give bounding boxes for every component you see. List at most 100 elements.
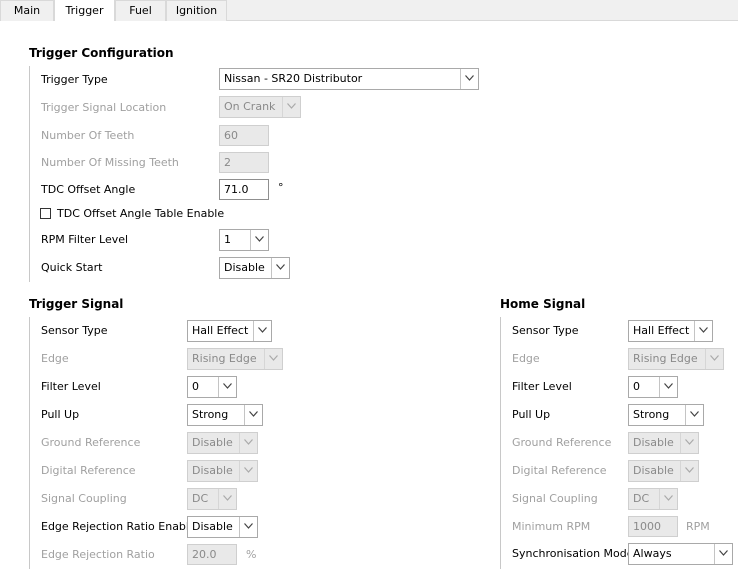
home-sensor-type-label: Sensor Type: [512, 324, 579, 337]
trig-pull-up-select[interactable]: Strong: [187, 404, 263, 426]
trig-edge-label: Edge: [41, 352, 69, 365]
home-filter-level-value: 0: [633, 380, 640, 393]
trig-edge-rej-enable-value: Disable: [192, 520, 233, 533]
home-min-rpm-value: 1000: [633, 520, 661, 533]
signal-location-label: Trigger Signal Location: [41, 101, 167, 114]
home-sync-mode-value: Always: [633, 547, 672, 560]
tab-trigger[interactable]: Trigger: [54, 0, 115, 21]
signal-location-value: On Crank: [224, 100, 276, 113]
chevron-down-icon: [218, 489, 236, 509]
chevron-down-icon: [705, 349, 723, 369]
trig-ground-ref-label: Ground Reference: [41, 436, 141, 449]
home-filter-level-label: Filter Level: [512, 380, 572, 393]
trig-sensor-type-select[interactable]: Hall Effect: [187, 320, 272, 342]
home-sensor-type-value: Hall Effect: [633, 324, 690, 337]
num-teeth-value: 60: [224, 129, 238, 142]
trig-edge-rej-ratio-label: Edge Rejection Ratio: [41, 548, 155, 561]
trig-ground-ref-value: Disable: [192, 436, 233, 449]
trig-sensor-type-label: Sensor Type: [41, 324, 108, 337]
tab-ignition[interactable]: Ignition: [166, 0, 227, 21]
trig-ground-ref-select[interactable]: Disable: [187, 432, 258, 454]
home-coupling-label: Signal Coupling: [512, 492, 598, 505]
chevron-down-icon: [264, 349, 282, 369]
tdc-offset-field[interactable]: 71.0: [219, 179, 269, 200]
trigger-signal-title: Trigger Signal: [29, 297, 124, 311]
trigger-type-label: Trigger Type: [41, 73, 108, 86]
chevron-down-icon: [659, 377, 677, 397]
home-coupling-select[interactable]: DC: [628, 488, 678, 510]
chevron-down-icon: [250, 230, 268, 250]
home-ground-ref-value: Disable: [633, 436, 674, 449]
home-ground-ref-select[interactable]: Disable: [628, 432, 699, 454]
home-digital-ref-select[interactable]: Disable: [628, 460, 699, 482]
trigger-config-divider: [29, 66, 30, 282]
home-edge-value: Rising Edge: [633, 352, 698, 365]
trigger-type-value: Nissan - SR20 Distributor: [224, 72, 363, 85]
home-coupling-value: DC: [633, 492, 650, 505]
chevron-down-icon: [239, 461, 257, 481]
trig-digital-ref-label: Digital Reference: [41, 464, 136, 477]
tab-bar: Main Trigger Fuel Ignition: [0, 0, 738, 21]
tab-main[interactable]: Main: [0, 0, 54, 21]
tab-fuel[interactable]: Fuel: [115, 0, 166, 21]
missing-teeth-value: 2: [224, 156, 231, 169]
trig-filter-level-select[interactable]: 0: [187, 376, 237, 398]
chevron-down-icon: [680, 461, 698, 481]
tdc-table-enable-label: TDC Offset Angle Table Enable: [57, 207, 225, 220]
home-edge-label: Edge: [512, 352, 540, 365]
trigger-type-select[interactable]: Nissan - SR20 Distributor: [219, 68, 479, 90]
home-sensor-type-select[interactable]: Hall Effect: [628, 320, 713, 342]
trig-edge-value: Rising Edge: [192, 352, 257, 365]
missing-teeth-field[interactable]: 2: [219, 152, 269, 173]
trig-filter-level-value: 0: [192, 380, 199, 393]
home-min-rpm-label: Minimum RPM: [512, 520, 591, 533]
chevron-down-icon: [244, 405, 262, 425]
chevron-down-icon: [271, 258, 289, 278]
num-teeth-field[interactable]: 60: [219, 125, 269, 146]
chevron-down-icon: [714, 544, 732, 564]
quick-start-label: Quick Start: [41, 261, 103, 274]
trig-digital-ref-value: Disable: [192, 464, 233, 477]
tdc-offset-unit: °: [278, 181, 284, 194]
trig-edge-rej-enable-select[interactable]: Disable: [187, 516, 258, 538]
chevron-down-icon: [685, 405, 703, 425]
rpm-filter-label: RPM Filter Level: [41, 233, 129, 246]
home-min-rpm-field[interactable]: 1000: [628, 516, 678, 537]
chevron-down-icon: [659, 489, 677, 509]
home-sync-mode-label: Synchronisation Mode: [512, 547, 634, 560]
trig-digital-ref-select[interactable]: Disable: [187, 460, 258, 482]
home-signal-divider: [500, 317, 501, 569]
trig-filter-level-label: Filter Level: [41, 380, 101, 393]
home-pull-up-select[interactable]: Strong: [628, 404, 704, 426]
quick-start-select[interactable]: Disable: [219, 257, 290, 279]
trigger-signal-divider: [29, 317, 30, 569]
chevron-down-icon: [239, 517, 257, 537]
trig-coupling-select[interactable]: DC: [187, 488, 237, 510]
home-pull-up-value: Strong: [633, 408, 670, 421]
home-sync-mode-select[interactable]: Always: [628, 543, 733, 565]
signal-location-select[interactable]: On Crank: [219, 96, 301, 118]
rpm-filter-select[interactable]: 1: [219, 229, 269, 251]
trig-sensor-type-value: Hall Effect: [192, 324, 249, 337]
home-edge-select[interactable]: Rising Edge: [628, 348, 724, 370]
chevron-down-icon: [282, 97, 300, 117]
missing-teeth-label: Number Of Missing Teeth: [41, 156, 179, 169]
tdc-table-enable-checkbox[interactable]: [40, 208, 51, 219]
trig-pull-up-value: Strong: [192, 408, 229, 421]
quick-start-value: Disable: [224, 261, 265, 274]
chevron-down-icon: [680, 433, 698, 453]
trig-edge-select[interactable]: Rising Edge: [187, 348, 283, 370]
chevron-down-icon: [694, 321, 712, 341]
chevron-down-icon: [218, 377, 236, 397]
trig-edge-rej-ratio-field[interactable]: 20.0: [187, 544, 237, 565]
home-filter-level-select[interactable]: 0: [628, 376, 678, 398]
chevron-down-icon: [460, 69, 478, 89]
trig-edge-rej-ratio-value: 20.0: [192, 548, 217, 561]
home-signal-title: Home Signal: [500, 297, 586, 311]
tdc-offset-value: 71.0: [224, 183, 249, 196]
trig-pull-up-label: Pull Up: [41, 408, 80, 421]
trig-coupling-label: Signal Coupling: [41, 492, 127, 505]
home-digital-ref-value: Disable: [633, 464, 674, 477]
home-digital-ref-label: Digital Reference: [512, 464, 607, 477]
trig-edge-rej-enable-label: Edge Rejection Ratio Enable: [41, 520, 196, 533]
